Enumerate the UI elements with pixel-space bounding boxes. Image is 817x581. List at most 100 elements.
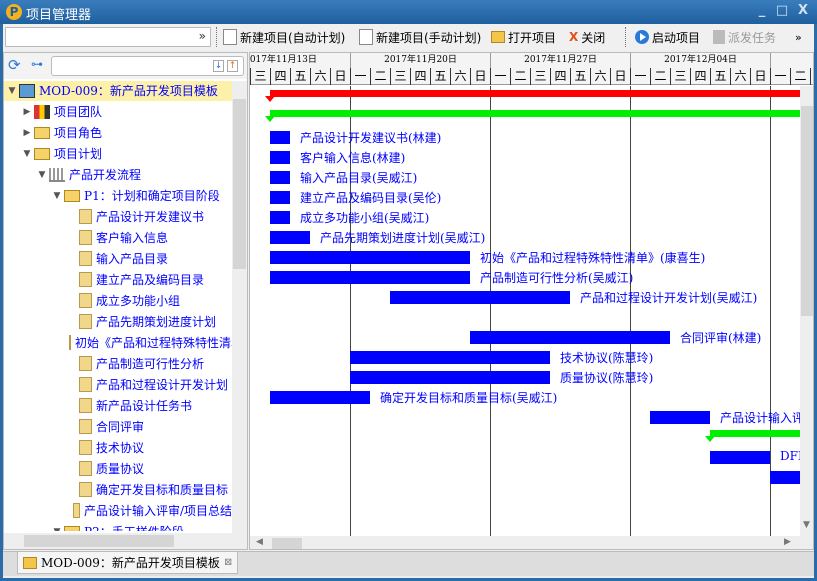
close-window-button[interactable]: X bbox=[796, 4, 810, 18]
task-bar[interactable] bbox=[270, 251, 470, 264]
tree-horizontal-scrollbar[interactable] bbox=[4, 533, 247, 549]
tree-item[interactable]: ▼ MOD-009：新产品开发项目模板 bbox=[4, 81, 232, 101]
toolbar-button-label: 关闭 bbox=[581, 30, 606, 45]
task-bar-label: 合同评审(林建) bbox=[680, 331, 762, 345]
tab-close-icon[interactable]: ⊠ bbox=[224, 557, 232, 568]
task-bar[interactable] bbox=[270, 391, 370, 404]
task-bar-label: 产品设计开发建议书(林建) bbox=[300, 131, 442, 145]
toolbar-button-label: 启动项目 bbox=[652, 30, 701, 45]
day-label: 一 bbox=[490, 68, 510, 85]
tree-item-label: 质量协议 bbox=[96, 462, 145, 476]
week-label: 2017年11月13日 bbox=[250, 53, 350, 68]
separator bbox=[625, 27, 626, 47]
summary-bar[interactable] bbox=[270, 90, 800, 97]
refresh-icon[interactable]: ⟳ bbox=[8, 56, 21, 74]
toolbar-button-0[interactable]: 新建项目(自动计划) bbox=[223, 28, 345, 46]
maximize-button[interactable]: □ bbox=[775, 4, 789, 18]
gantt-vertical-scrollbar[interactable]: ▼ bbox=[800, 86, 813, 536]
task-bar[interactable] bbox=[470, 331, 670, 344]
task-bar[interactable] bbox=[350, 351, 550, 364]
minimize-button[interactable]: _ bbox=[755, 4, 769, 18]
toolbar-button-4[interactable]: 启动项目 bbox=[635, 28, 700, 46]
day-label: 一 bbox=[770, 68, 790, 85]
new-doc-icon bbox=[359, 29, 373, 45]
tree-item[interactable]: ▶ 项目团队 bbox=[4, 101, 232, 122]
task-bar[interactable] bbox=[270, 171, 290, 184]
toolbar-button-1[interactable]: 新建项目(手动计划) bbox=[359, 28, 481, 46]
tree-item[interactable]: ▼ P1：计划和确定项目阶段 bbox=[4, 185, 232, 206]
task-bar[interactable] bbox=[390, 291, 570, 304]
tree-item[interactable]: ▼ 项目计划 bbox=[4, 143, 232, 164]
search-down-button[interactable]: ↓ bbox=[213, 60, 224, 72]
tree-item-label: 产品设计输入评审/项目总结 bbox=[83, 504, 232, 518]
toolbar-button-5[interactable]: 派发任务 bbox=[713, 28, 776, 46]
toolbar-button-3[interactable]: X 关闭 bbox=[569, 28, 605, 46]
search-up-button[interactable]: ↑ bbox=[227, 60, 238, 72]
expand-toggle-icon[interactable]: ▼ bbox=[52, 191, 62, 201]
tree-item[interactable]: 产品设计输入评审/项目总结 bbox=[4, 500, 232, 521]
tree-search-input[interactable]: ↓ ↑ bbox=[51, 56, 244, 76]
tree-item[interactable]: 确定开发目标和质量目标 bbox=[4, 479, 232, 500]
tab-project-template[interactable]: MOD-009：新产品开发项目模板 ⊠ bbox=[17, 552, 239, 574]
tree-item[interactable]: 成立多功能小组 bbox=[4, 290, 232, 311]
day-label: 三 bbox=[250, 68, 270, 85]
tree-item-label: 建立产品及编码目录 bbox=[96, 273, 205, 287]
more-chevron-icon[interactable]: » bbox=[795, 28, 802, 46]
tree-item[interactable]: 产品先期策划进度计划 bbox=[4, 311, 232, 332]
day-label: 六 bbox=[310, 68, 330, 85]
hierarchy-icon[interactable]: ⊶ bbox=[31, 57, 43, 71]
expand-toggle-icon[interactable]: ▼ bbox=[37, 170, 47, 180]
tree-item[interactable]: 新产品设计任务书 bbox=[4, 395, 232, 416]
summary-marker-icon bbox=[705, 436, 715, 442]
day-label: 日 bbox=[470, 68, 490, 85]
day-label: 五 bbox=[570, 68, 590, 85]
tree-item[interactable]: 产品制造可行性分析 bbox=[4, 353, 232, 374]
tree-item[interactable]: 产品设计开发建议书 bbox=[4, 206, 232, 227]
tree-item[interactable]: ▼ P2：手工样件阶段 bbox=[4, 521, 232, 531]
tree-item-label: 成立多功能小组 bbox=[96, 294, 181, 308]
tree-item[interactable]: 合同评审 bbox=[4, 416, 232, 437]
task-bar[interactable] bbox=[270, 191, 290, 204]
toolbar-button-2[interactable]: 打开项目 bbox=[491, 28, 556, 46]
task-bar[interactable] bbox=[270, 131, 290, 144]
day-label: 日 bbox=[610, 68, 630, 85]
tree-item-label: 产品制造可行性分析 bbox=[96, 357, 205, 371]
task-bar[interactable] bbox=[350, 371, 550, 384]
task-bar[interactable] bbox=[270, 271, 470, 284]
tree-item[interactable]: 输入产品目录 bbox=[4, 248, 232, 269]
tree-item[interactable]: 产品和过程设计开发计划 bbox=[4, 374, 232, 395]
gantt-timeline-header: 2017年11月13日一二三四五六日2017年11月20日一二三四五六日2017… bbox=[250, 53, 813, 85]
task-bar[interactable] bbox=[270, 151, 290, 164]
expand-toggle-icon[interactable]: ▶ bbox=[22, 128, 32, 138]
expand-toggle-icon[interactable]: ▼ bbox=[7, 86, 17, 96]
task-bar[interactable] bbox=[270, 211, 290, 224]
task-icon bbox=[79, 419, 92, 434]
tree-item[interactable]: 初始《产品和过程特殊特性清单》 bbox=[4, 332, 232, 353]
tree-item[interactable]: ▼ 产品开发流程 bbox=[4, 164, 232, 185]
day-label: 五 bbox=[710, 68, 730, 85]
expand-toggle-icon[interactable]: ▼ bbox=[52, 527, 62, 532]
week-label: 2017年11月20日 bbox=[350, 53, 490, 68]
task-bar[interactable] bbox=[270, 231, 310, 244]
summary-bar[interactable] bbox=[710, 430, 800, 437]
tree-item[interactable]: 质量协议 bbox=[4, 458, 232, 479]
task-icon bbox=[79, 230, 92, 245]
tree-item[interactable]: 技术协议 bbox=[4, 437, 232, 458]
task-icon bbox=[79, 377, 92, 392]
tree-vertical-scrollbar[interactable] bbox=[232, 81, 247, 533]
gantt-horizontal-scrollbar[interactable]: ◀ ▶ bbox=[250, 536, 813, 549]
tree-item[interactable]: ▶ 项目角色 bbox=[4, 122, 232, 143]
project-combo[interactable]: » bbox=[5, 27, 211, 47]
tree-item[interactable]: 客户输入信息 bbox=[4, 227, 232, 248]
expand-toggle-icon[interactable]: ▶ bbox=[22, 107, 32, 117]
expand-toggle-icon[interactable]: ▼ bbox=[22, 149, 32, 159]
task-bar[interactable] bbox=[650, 411, 710, 424]
tree-item[interactable]: 建立产品及编码目录 bbox=[4, 269, 232, 290]
task-bar[interactable] bbox=[770, 471, 800, 484]
task-bar[interactable] bbox=[710, 451, 770, 464]
gantt-panel: 2017年11月13日一二三四五六日2017年11月20日一二三四五六日2017… bbox=[249, 52, 814, 550]
summary-bar[interactable] bbox=[270, 110, 800, 117]
folder-icon bbox=[34, 147, 50, 160]
day-label: 三 bbox=[810, 68, 813, 85]
day-label: 三 bbox=[530, 68, 550, 85]
